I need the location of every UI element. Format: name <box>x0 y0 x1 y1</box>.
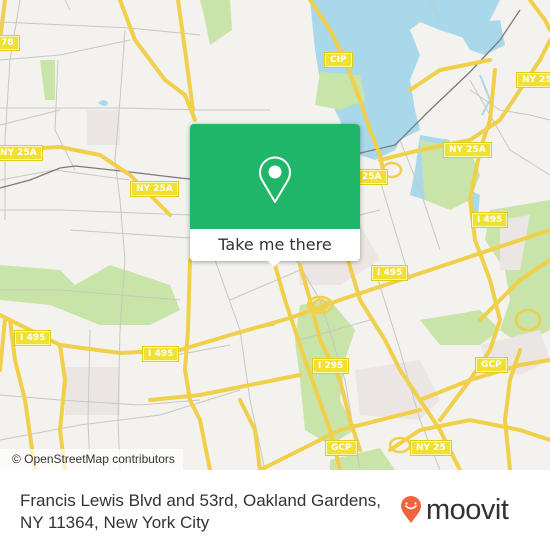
route-shield: NY 25A <box>0 145 43 161</box>
map-view[interactable]: 78 CIP NY 25 NY 25A NY 25A 25A NY 25A I … <box>0 0 550 470</box>
moovit-wordmark: moovit <box>426 493 509 526</box>
route-shield: I 495 <box>13 330 52 346</box>
popup-header <box>190 124 360 229</box>
route-shield: I 495 <box>141 346 180 362</box>
take-me-there-button[interactable]: Take me there <box>190 229 360 261</box>
map-attribution[interactable]: © OpenStreetMap contributors <box>0 449 183 470</box>
route-shield: NY 25 <box>516 72 550 88</box>
landuse-area <box>65 367 120 415</box>
water-pond <box>98 100 108 106</box>
route-shield: NY 25 <box>410 440 452 456</box>
location-popup: Take me there <box>190 124 360 267</box>
moovit-logo[interactable]: moovit <box>400 490 509 530</box>
route-shield: I 295 <box>311 358 350 374</box>
park <box>200 0 232 45</box>
landuse-area <box>87 110 120 145</box>
route-shield: GCP <box>325 440 358 456</box>
route-shield: I 495 <box>470 212 509 228</box>
moovit-pin-icon <box>401 496 421 523</box>
park <box>40 60 55 100</box>
route-shield: NY 25A <box>130 181 179 197</box>
route-shield: NY 25A <box>443 142 492 158</box>
footer: Francis Lewis Blvd and 53rd, Oakland Gar… <box>0 490 550 550</box>
park <box>0 265 180 325</box>
map-card: 78 CIP NY 25 NY 25A NY 25A 25A NY 25A I … <box>0 0 550 550</box>
route-shield: I 495 <box>370 265 409 281</box>
water-channel <box>479 74 492 116</box>
park <box>420 310 500 345</box>
popup-pointer <box>267 260 281 267</box>
stop-address: Francis Lewis Blvd and 53rd, Oakland Gar… <box>20 491 381 532</box>
water-bay-inlet <box>455 20 505 55</box>
route-shield: 78 <box>0 35 20 51</box>
route-shield: CIP <box>324 52 353 68</box>
map-pin-icon <box>259 156 291 203</box>
route-shield: 25A <box>356 169 388 185</box>
route-shield: GCP <box>475 357 508 373</box>
